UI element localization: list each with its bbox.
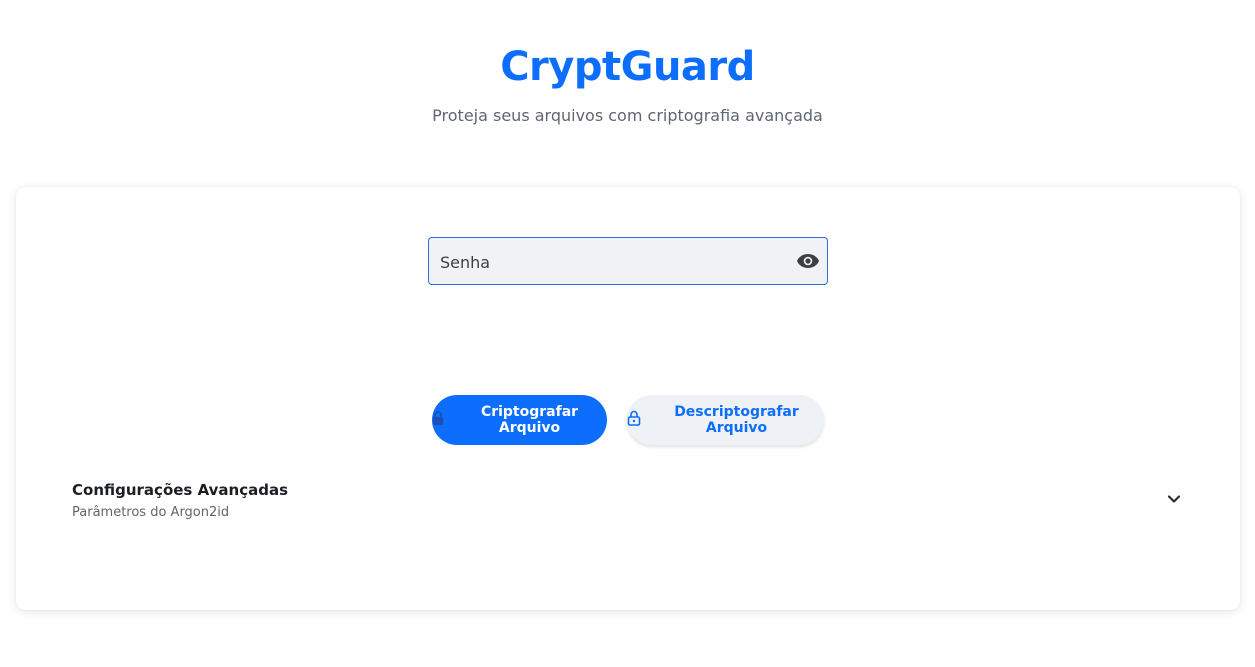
app-header: CryptGuard Proteja seus arquivos com cri…	[0, 0, 1255, 170]
advanced-settings-toggle[interactable]: Configurações Avançadas Parâmetros do Ar…	[72, 481, 1184, 525]
encrypt-button[interactable]: Criptografar Arquivo	[432, 395, 607, 445]
eye-icon[interactable]	[795, 249, 821, 273]
lock-open-icon	[627, 410, 641, 430]
password-field	[428, 237, 828, 285]
encrypt-button-label: Criptografar Arquivo	[480, 404, 579, 436]
advanced-settings-subtitle: Parâmetros do Argon2id	[72, 505, 230, 520]
advanced-settings-title: Configurações Avançadas	[72, 481, 289, 499]
decrypt-button-label: Descriptografar Arquivo	[674, 404, 799, 436]
lock-icon	[432, 411, 444, 429]
chevron-down-icon[interactable]	[1164, 489, 1184, 509]
password-input[interactable]	[429, 238, 789, 284]
decrypt-button[interactable]: Descriptografar Arquivo	[627, 395, 824, 445]
app-subtitle: Proteja seus arquivos com criptografia a…	[432, 106, 823, 125]
app-title: CryptGuard	[500, 44, 755, 90]
main-card: Criptografar Arquivo Descriptografar Arq…	[16, 187, 1240, 610]
action-buttons: Criptografar Arquivo Descriptografar Arq…	[16, 395, 1240, 445]
